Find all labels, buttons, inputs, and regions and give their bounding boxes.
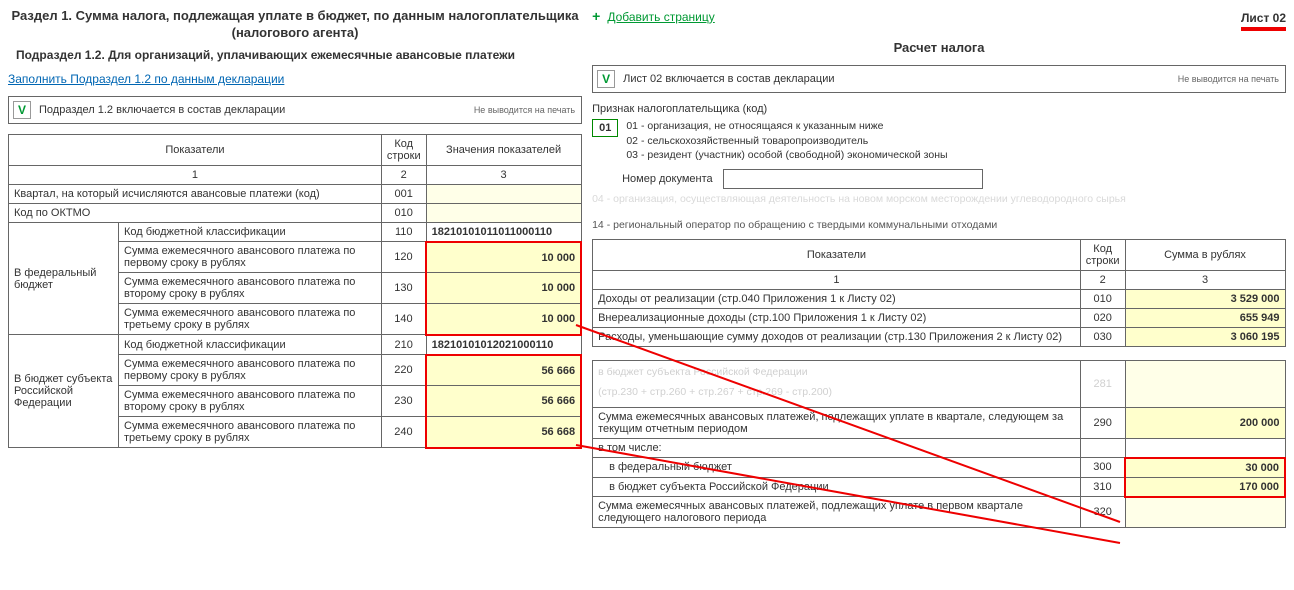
noprint-label: Не выводится на печать [474,105,575,115]
cell-290[interactable]: 200 000 [1125,408,1285,439]
fill-section-link[interactable]: Заполнить Подраздел 1.2 по данным деклар… [8,72,284,86]
section-subtitle: Подраздел 1.2. Для организаций, уплачива… [8,48,582,62]
doc-num-input[interactable] [723,169,983,189]
check-icon: V [13,101,31,119]
faded-opt-04: 04 - организация, осуществляющая деятель… [592,193,1286,205]
th-code: Код строки [381,134,426,165]
group-subject: В бюджет субъекта Российской Федерации [9,335,119,448]
include-sheet-row[interactable]: V Лист 02 включается в состав декларации… [592,65,1286,93]
cell-030[interactable]: 3 060 195 [1125,328,1285,347]
section-title: Раздел 1. Сумма налога, подлежащая уплат… [8,8,582,42]
doc-num-label: Номер документа [622,173,713,185]
group-federal: В федеральный бюджет [9,222,119,335]
th-indicators: Показатели [9,134,382,165]
cell-020[interactable]: 655 949 [1125,309,1285,328]
cell-320[interactable] [1125,497,1285,528]
cell-120[interactable]: 10 000 [426,242,581,273]
cell-310[interactable]: 170 000 [1125,477,1285,497]
cell-130[interactable]: 10 000 [426,273,581,304]
sheet-02-table: Показатели Код строки Сумма в рублях 1 2… [592,239,1286,528]
add-page-link[interactable]: Добавить страницу [607,10,714,24]
plus-icon: + [592,8,600,24]
th-values: Значения показателей [426,134,581,165]
sign-label: Признак налогоплательщика (код) [592,103,1286,115]
include-label: Подраздел 1.2 включается в состав деклар… [39,104,285,116]
note-14: 14 - региональный оператор по обращению … [592,219,1286,231]
cell-220[interactable]: 56 666 [426,355,581,386]
cell-140[interactable]: 10 000 [426,304,581,335]
section-1-2: Раздел 1. Сумма налога, подлежащая уплат… [8,8,582,528]
sign-code-input[interactable]: 01 [592,119,618,137]
check-icon: V [597,70,615,88]
sheet-label: Лист 02 [1241,11,1286,31]
section-1-2-table: Показатели Код строки Значения показател… [8,134,582,449]
calc-title: Расчет налога [592,40,1286,55]
sheet-02: + Добавить страницу Лист 02 Расчет налог… [592,8,1286,528]
include-sheet-label: Лист 02 включается в состав декларации [623,73,834,85]
cell-010[interactable]: 3 529 000 [1125,290,1285,309]
cell-240[interactable]: 56 668 [426,417,581,448]
include-checkbox-row[interactable]: V Подраздел 1.2 включается в состав декл… [8,96,582,124]
noprint-label: Не выводится на печать [1178,74,1279,84]
cell-230[interactable]: 56 666 [426,386,581,417]
sign-options: 01 - организация, не относящаяся к указа… [626,119,947,163]
cell-300[interactable]: 30 000 [1125,458,1285,478]
